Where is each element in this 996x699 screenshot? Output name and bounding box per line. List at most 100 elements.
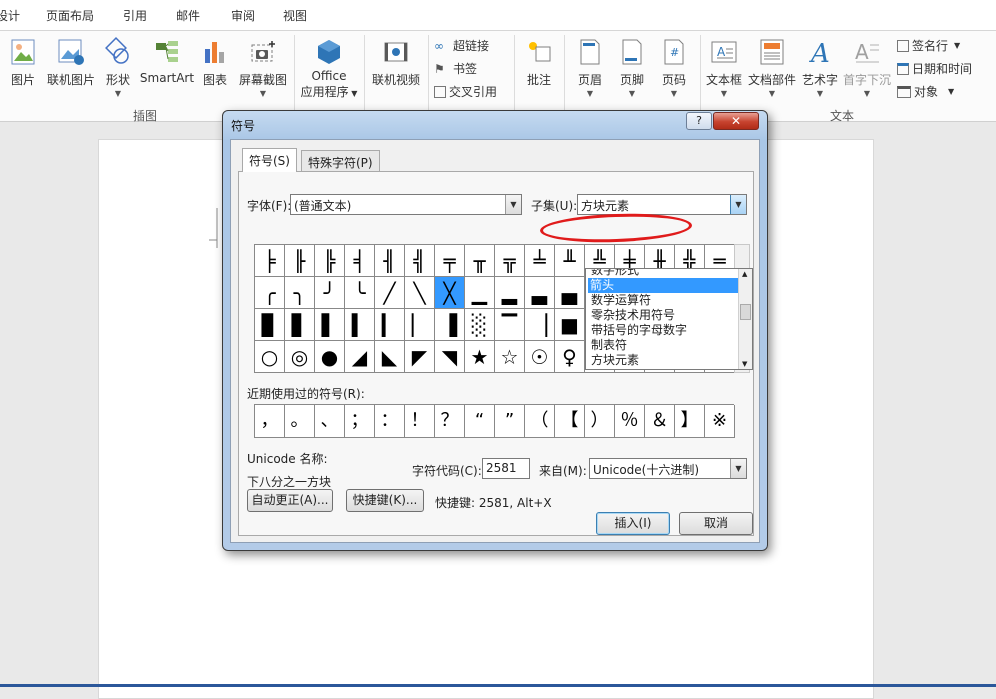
symbol-cell[interactable]: ● <box>315 341 345 373</box>
tab-special-characters[interactable]: 特殊字符(P) <box>301 150 380 171</box>
symbol-cell[interactable]: ╳ <box>435 277 465 309</box>
header-button[interactable]: 页眉 ▼ <box>572 37 608 98</box>
help-button[interactable]: ? <box>686 112 712 130</box>
symbol-cell[interactable]: ╭ <box>255 277 285 309</box>
symbol-cell[interactable]: ╰ <box>345 277 375 309</box>
recent-symbol-cell[interactable]: “ <box>465 405 495 438</box>
symbol-cell[interactable]: ╞ <box>255 245 285 277</box>
symbol-cell[interactable]: ╯ <box>315 277 345 309</box>
screenshot-button[interactable]: 屏幕截图 ▼ <box>236 37 290 98</box>
dropdown-scroll-thumb[interactable] <box>740 304 751 320</box>
chart-button[interactable]: 图表 <box>198 37 232 88</box>
recent-symbol-cell[interactable]: ： <box>375 405 405 438</box>
symbol-cell[interactable]: ◥ <box>435 341 465 373</box>
object-button[interactable]: 对象 ▼ <box>897 83 954 100</box>
symbol-cell[interactable]: ░ <box>465 309 495 341</box>
symbol-cell[interactable]: ◤ <box>405 341 435 373</box>
subset-select[interactable]: 方块元素 ▼ <box>577 194 747 215</box>
symbol-cell[interactable]: ○ <box>255 341 285 373</box>
symbol-cell[interactable]: ╤ <box>435 245 465 277</box>
symbol-cell[interactable]: ■ <box>555 309 585 341</box>
symbol-cell[interactable]: ▂ <box>495 277 525 309</box>
office-apps-button[interactable]: Office 应用程序 ▼ <box>298 37 360 100</box>
symbol-cell[interactable]: ▄ <box>555 277 585 309</box>
close-button[interactable]: ✕ <box>713 112 759 130</box>
tab-design[interactable]: 设计 <box>0 7 20 24</box>
recent-symbol-cell[interactable]: 、 <box>315 405 345 438</box>
symbol-cell[interactable]: ╢ <box>375 245 405 277</box>
shortcut-key-button[interactable]: 快捷键(K)... <box>346 489 424 512</box>
font-select[interactable]: (普通文本) ▼ <box>290 194 522 215</box>
scroll-up-icon[interactable]: ▲ <box>742 270 747 278</box>
chevron-down-icon[interactable]: ▼ <box>730 195 746 214</box>
recent-symbol-cell[interactable]: ； <box>345 405 375 438</box>
tab-references[interactable]: 引用 <box>123 7 147 24</box>
dropdown-scrollbar[interactable]: ▲ ▼ <box>738 269 752 369</box>
tab-view[interactable]: 视图 <box>283 7 307 24</box>
symbol-cell[interactable]: ▐ <box>435 309 465 341</box>
symbol-cell[interactable]: ╦ <box>495 245 525 277</box>
recent-symbol-cell[interactable]: ！ <box>405 405 435 438</box>
symbol-cell[interactable]: ╮ <box>285 277 315 309</box>
tab-review[interactable]: 审阅 <box>231 7 255 24</box>
tab-page-layout[interactable]: 页面布局 <box>46 7 94 24</box>
char-code-input[interactable]: 2581 <box>482 458 530 479</box>
symbol-cell[interactable]: ▕ <box>525 309 555 341</box>
symbol-cell[interactable]: ▔ <box>495 309 525 341</box>
symbol-cell[interactable]: ╧ <box>525 245 555 277</box>
symbol-cell[interactable]: ▍ <box>345 309 375 341</box>
symbol-cell[interactable]: ★ <box>465 341 495 373</box>
insert-button[interactable]: 插入(I) <box>596 512 670 535</box>
symbol-cell[interactable]: ╣ <box>405 245 435 277</box>
online-video-button[interactable]: 联机视频 <box>368 37 424 88</box>
recent-symbol-cell[interactable]: 】 <box>675 405 705 438</box>
recent-symbol-cell[interactable]: ， <box>255 405 285 438</box>
recent-symbol-cell[interactable]: ％ <box>615 405 645 438</box>
online-picture-button[interactable]: 联机图片 <box>45 37 97 88</box>
subset-option[interactable]: 制表符 <box>589 338 737 353</box>
chevron-down-icon[interactable]: ▼ <box>505 195 521 214</box>
symbol-cell[interactable]: ▎ <box>375 309 405 341</box>
quick-parts-button[interactable]: 文档部件 ▼ <box>746 37 798 98</box>
symbol-cell[interactable]: ▊ <box>255 309 285 341</box>
symbol-cell[interactable]: ╥ <box>465 245 495 277</box>
tab-mailings[interactable]: 邮件 <box>176 7 200 24</box>
footer-button[interactable]: 页脚 ▼ <box>614 37 650 98</box>
datetime-button[interactable]: 日期和时间 <box>897 60 972 77</box>
recent-symbol-cell[interactable]: ） <box>585 405 615 438</box>
tab-symbols[interactable]: 符号(S) <box>242 148 297 172</box>
recent-symbol-cell[interactable]: 。 <box>285 405 315 438</box>
symbol-cell[interactable]: ♀ <box>555 341 585 373</box>
picture-button[interactable]: 图片 <box>6 37 40 88</box>
symbol-cell[interactable]: ▏ <box>405 309 435 341</box>
subset-option[interactable]: 带括号的字母数字 <box>589 323 737 338</box>
symbol-cell[interactable]: ☉ <box>525 341 555 373</box>
from-select[interactable]: Unicode(十六进制) ▼ <box>589 458 747 479</box>
recent-symbol-cell[interactable]: ＆ <box>645 405 675 438</box>
subset-option[interactable]: 数字形式 <box>589 269 737 278</box>
subset-option[interactable]: 数学运算符 <box>589 293 737 308</box>
symbol-cell[interactable]: ╱ <box>375 277 405 309</box>
symbol-cell[interactable]: ◢ <box>345 341 375 373</box>
autocorrect-button[interactable]: 自动更正(A)... <box>247 489 333 512</box>
shapes-button[interactable]: 形状 ▼ <box>101 37 135 98</box>
symbol-cell[interactable]: ▁ <box>465 277 495 309</box>
chevron-down-icon[interactable]: ▼ <box>730 459 746 478</box>
symbol-cell[interactable]: ╲ <box>405 277 435 309</box>
signature-line-button[interactable]: 签名行 ▼ <box>897 37 960 54</box>
subset-option[interactable]: 零杂技术用符号 <box>589 308 737 323</box>
dropcap-button[interactable]: A 首字下沉 ▼ <box>842 37 892 98</box>
cross-reference-button[interactable]: 交叉引用 <box>434 83 497 100</box>
subset-option[interactable]: 方块元素 <box>589 353 737 368</box>
symbol-cell[interactable]: ▋ <box>285 309 315 341</box>
hyperlink-button[interactable]: ∞ 超链接 <box>434 37 489 54</box>
symbol-cell[interactable]: ◎ <box>285 341 315 373</box>
wordart-button[interactable]: A 艺术字 ▼ <box>800 37 840 98</box>
recent-symbol-cell[interactable]: 【 <box>555 405 585 438</box>
recent-symbol-cell[interactable]: ※ <box>705 405 735 438</box>
comment-button[interactable]: 批注 <box>519 37 559 88</box>
scroll-down-icon[interactable]: ▼ <box>742 360 747 368</box>
symbol-cell[interactable]: ╡ <box>345 245 375 277</box>
cancel-button[interactable]: 取消 <box>679 512 753 535</box>
bookmark-button[interactable]: ⚑ 书签 <box>434 60 477 77</box>
